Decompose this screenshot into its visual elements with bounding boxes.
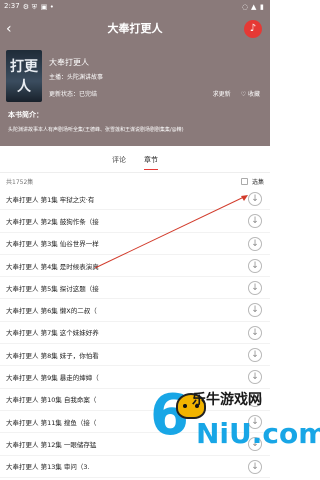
shield-icon: ⛨: [31, 3, 37, 11]
chapter-meta: 共1752集 选集: [6, 174, 264, 188]
intro-text: 头陀渊讲故事本人有声剧场听全集(王德峰、张雪莲和王谋说剧场剧剧集集/@精): [8, 127, 184, 133]
watermark-cn: 乐牛游戏网: [192, 392, 262, 408]
download-icon[interactable]: ↓: [248, 325, 262, 340]
top-bar: ‹ 大奉打更人 ♪: [0, 12, 270, 46]
favorite-label: 收藏: [247, 91, 260, 98]
request-update-button[interactable]: 求更新: [213, 89, 231, 98]
download-icon[interactable]: ↓: [248, 303, 262, 318]
notification-icon: •: [49, 3, 54, 11]
status-bar: 2:37 ⚙ ⛨ ▣ • ◌ ▲ ▮: [0, 0, 270, 12]
chapter-title: 大奉打更人 第5集 探讨这题（接: [6, 284, 99, 293]
book-intro: 本书简介： 头陀渊讲故事本人有声剧场听全集(王德峰、张雪莲和王谋说剧场剧剧集集/…: [0, 104, 270, 146]
chapter-title: 大奉打更人 第4集 是时候表演真: [6, 262, 99, 271]
chapter-row[interactable]: 大奉打更人 第4集 是时候表演真 ↓: [0, 255, 270, 278]
book-info: 打更人 大奉打更人 主播：头陀渊讲故事 更新状态：已完结 求更新 ♡ 收藏: [0, 46, 270, 104]
chapter-title: 大奉打更人 第9集 暴走的婶婶（: [6, 374, 99, 383]
chapter-row[interactable]: 大奉打更人 第6集 懒X的二叔（ ↓: [0, 299, 270, 322]
tab-bar: 评论 章节: [0, 148, 270, 172]
wifi-icon: ◌: [242, 3, 249, 11]
chapter-count: 共1752集: [6, 178, 34, 186]
chapter-row[interactable]: 大奉打更人 第8集 妹子，你怕看 ↓: [0, 344, 270, 367]
signal-icon: ▲: [251, 3, 257, 11]
select-checkbox[interactable]: [240, 177, 248, 185]
favorite-button[interactable]: ♡ 收藏: [241, 89, 260, 98]
book-status: 更新状态：已完结: [49, 91, 98, 98]
app-icon: ▣: [40, 3, 48, 11]
divider: [0, 172, 270, 173]
download-icon[interactable]: ↓: [248, 236, 262, 251]
download-icon[interactable]: ↓: [248, 258, 262, 273]
select-label: 选集: [251, 178, 264, 186]
book-cover: 打更人: [6, 50, 42, 102]
chapter-title: 大奉打更人 第8集 妹子，你怕看: [6, 351, 99, 360]
chapter-row[interactable]: 大奉打更人 第5集 探讨这题（接 ↓: [0, 277, 270, 300]
chapter-row[interactable]: 大奉打更人 第3集 仙谷世界一样 ↓: [0, 233, 270, 255]
book-actions: 求更新 ♡ 收藏: [213, 89, 260, 98]
settings-icon: ⚙: [22, 3, 30, 11]
chapter-title: 大奉打更人 第2集 鼓狗作条（接: [6, 217, 99, 226]
chapter-title: 大奉打更人 第3集 仙谷世界一样: [6, 240, 99, 249]
select-episodes[interactable]: 选集: [240, 177, 264, 186]
tab-chapters[interactable]: 章节: [144, 155, 158, 170]
watermark: 6 乐牛游戏网 NiU.com: [150, 383, 320, 467]
chapter-row[interactable]: 大奉打更人 第1集 牢狱之灾·有 ↓: [0, 188, 270, 211]
book-host: 主播：头陀渊讲故事: [49, 74, 104, 81]
chapter-title: 大奉打更人 第1集 牢狱之灾·有: [6, 195, 95, 204]
download-icon[interactable]: ↓: [248, 348, 262, 363]
tab-comments[interactable]: 评论: [112, 155, 126, 165]
watermark-en: NiU.com: [196, 417, 320, 450]
cover-title: 打更人: [10, 59, 38, 95]
chapter-title: 大奉打更人 第7集 这个妹妹好养: [6, 329, 99, 338]
page-title: 大奉打更人: [107, 22, 163, 35]
download-icon[interactable]: ↓: [248, 281, 262, 296]
intro-title: 本书简介：: [8, 111, 43, 119]
download-icon[interactable]: ↓: [248, 214, 262, 229]
music-note-icon[interactable]: ♪: [244, 20, 262, 38]
chapter-row[interactable]: 大奉打更人 第7集 这个妹妹好养 ↓: [0, 322, 270, 345]
battery-icon: ▮: [260, 3, 264, 11]
time: 2:37: [4, 2, 20, 10]
download-icon[interactable]: ↓: [248, 192, 262, 206]
chapter-title: 大奉打更人 第6集 懒X的二叔（: [6, 307, 97, 316]
chapter-row[interactable]: 大奉打更人 第2集 鼓狗作条（接 ↓: [0, 210, 270, 233]
book-name: 大奉打更人: [49, 58, 89, 67]
